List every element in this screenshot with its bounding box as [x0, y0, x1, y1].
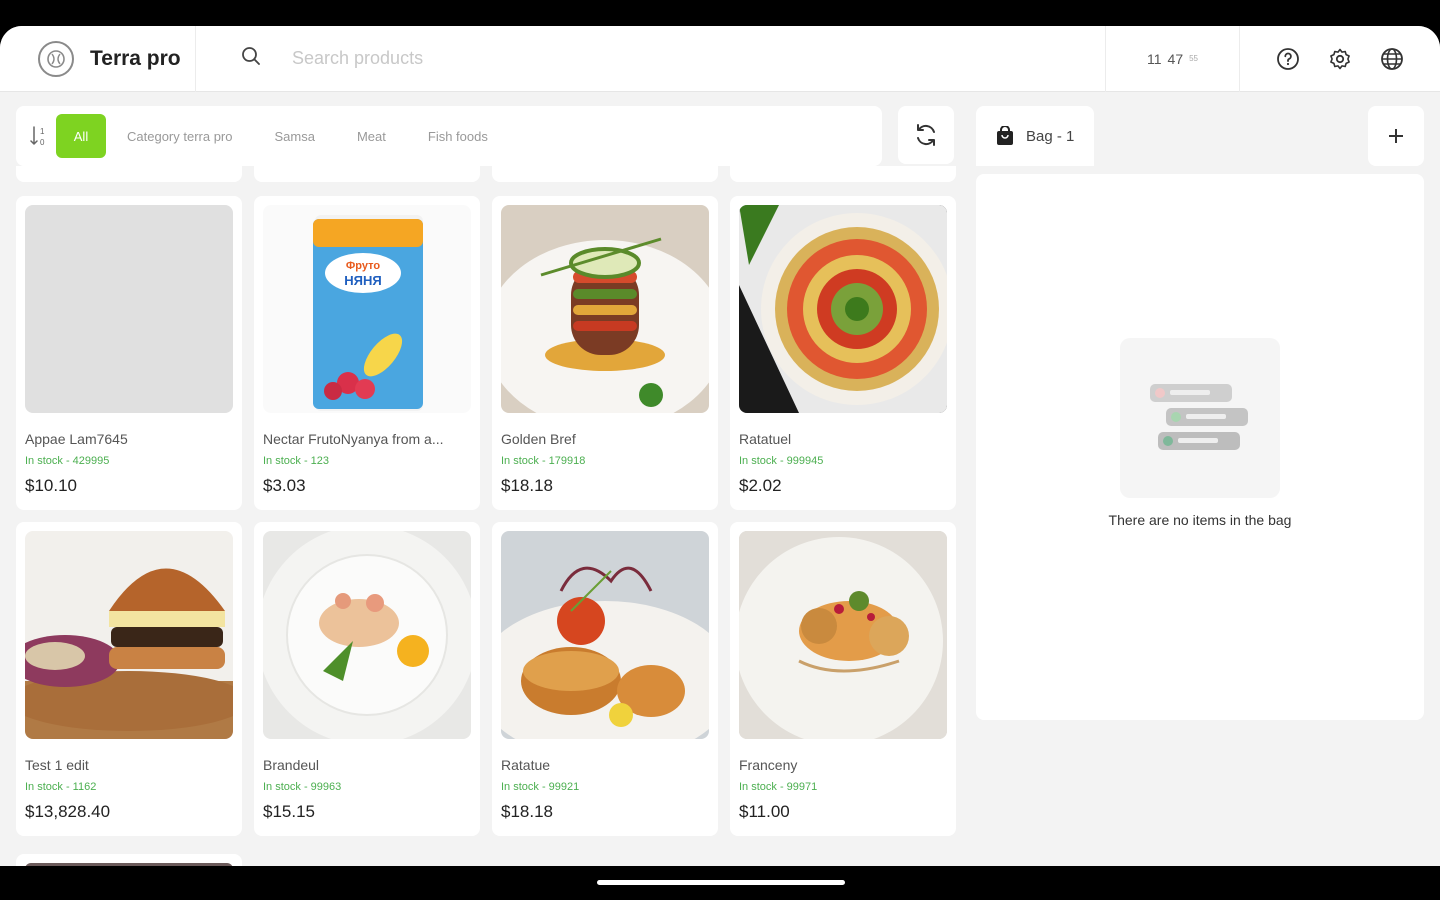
product-stock: In stock - 99963 [263, 781, 342, 793]
product-name: Ratatue [501, 757, 551, 773]
top-header: Terra pro 11 47 55 [0, 26, 1440, 92]
product-name: Golden Bref [501, 431, 576, 447]
product-card[interactable]: Brandeul In stock - 99963 $15.15 [254, 522, 480, 836]
category-terra-pro[interactable]: Category terra pro [106, 114, 254, 158]
product-card[interactable]: Ratatue In stock - 99921 $18.18 [492, 522, 718, 836]
product-image [263, 531, 471, 739]
product-stock: In stock - 99921 [501, 781, 580, 793]
product-name: Test 1 edit [25, 757, 89, 773]
product-image: Фруто НЯНЯ [263, 205, 471, 413]
product-image [739, 205, 947, 413]
brand-name: Terra pro [90, 46, 181, 70]
category-meat[interactable]: Meat [336, 114, 407, 158]
product-card[interactable]: Фруто НЯНЯ Nectar FrutoNyanya from a... … [254, 196, 480, 510]
product-image-placeholder [25, 205, 233, 413]
refresh-icon [917, 124, 935, 146]
category-samsa[interactable]: Samsa [254, 114, 336, 158]
search-bar [196, 26, 1106, 92]
product-name: Franceny [739, 757, 798, 773]
product-stock: In stock - 429995 [25, 455, 110, 467]
header-actions [1240, 46, 1440, 72]
product-card[interactable]: Appae Lam7645 In stock - 429995 $10.10 [16, 196, 242, 510]
product-name: Ratatuel [739, 431, 792, 447]
product-name: Nectar FrutoNyanya from a... [263, 431, 444, 447]
product-image [25, 863, 233, 866]
category-all[interactable]: All [56, 114, 106, 158]
category-bar: 10 All Category terra pro Samsa Meat Fis… [16, 106, 882, 166]
plus-icon [1389, 129, 1403, 143]
globe-icon[interactable] [1379, 46, 1405, 72]
clock: 11 47 55 [1106, 26, 1240, 92]
brand: Terra pro [0, 26, 196, 92]
product-card[interactable]: Test 1 edit In stock - 1162 $13,828.40 [16, 522, 242, 836]
product-name: Appae Lam7645 [25, 431, 128, 447]
product-stock: In stock - 123 [263, 455, 330, 467]
product-stock: In stock - 1162 [25, 781, 97, 793]
search-input[interactable] [292, 48, 1052, 69]
empty-bag-illustration [1120, 338, 1280, 498]
product-card[interactable]: Ratatuel In stock - 999945 $2.02 [730, 196, 956, 510]
clock-minutes: 47 [1167, 50, 1184, 67]
bag-tab-label: Bag - 1 [1026, 127, 1075, 145]
product-price: $11.00 [739, 802, 790, 821]
svg-text:0: 0 [40, 138, 45, 147]
card-edge [254, 166, 480, 182]
help-icon[interactable] [1275, 46, 1301, 72]
bag-icon [997, 126, 1013, 145]
product-price: $18.18 [501, 802, 553, 821]
product-image [739, 531, 947, 739]
product-image [501, 205, 709, 413]
add-bag-button[interactable] [1368, 106, 1424, 166]
product-card[interactable]: Franceny In stock - 99971 $11.00 [730, 522, 956, 836]
previous-row-edge [16, 166, 956, 182]
product-name: Brandeul [263, 757, 320, 773]
product-price: $3.03 [263, 476, 306, 495]
empty-bag-message: There are no items in the bag [1108, 512, 1292, 528]
svg-text:1: 1 [40, 127, 45, 136]
logo-icon [38, 40, 74, 77]
product-grid: Appae Lam7645 In stock - 429995 $10.10 Ф… [16, 166, 956, 866]
search-icon[interactable] [240, 45, 262, 72]
clock-hours: 11 [1146, 50, 1162, 67]
bag-panel: There are no items in the bag [976, 174, 1424, 720]
product-stock: In stock - 179918 [501, 455, 586, 467]
sort-icon[interactable]: 10 [26, 121, 52, 151]
product-image [25, 531, 233, 739]
product-image [501, 531, 709, 739]
product-card-partial[interactable] [16, 854, 242, 866]
product-stock: In stock - 99971 [739, 781, 818, 793]
refresh-button[interactable] [898, 106, 954, 164]
product-price: $2.02 [739, 476, 782, 495]
product-stock: In stock - 999945 [739, 455, 824, 467]
app-screen: Terra pro 11 47 55 10 [0, 26, 1440, 866]
settings-icon[interactable] [1327, 46, 1353, 72]
product-price: $18.18 [501, 476, 553, 495]
card-edge [492, 166, 718, 182]
svg-text:Фруто: Фруто [346, 260, 380, 272]
product-price: $15.15 [263, 802, 315, 821]
product-price: $10.10 [25, 476, 77, 495]
card-edge [730, 166, 956, 182]
home-indicator[interactable] [597, 880, 845, 885]
card-edge [16, 166, 242, 182]
product-price: $13,828.40 [25, 802, 111, 821]
svg-text:НЯНЯ: НЯНЯ [344, 273, 381, 288]
bag-tab[interactable]: Bag - 1 [976, 106, 1094, 166]
clock-seconds: 55 [1189, 54, 1199, 63]
category-fish-foods[interactable]: Fish foods [407, 114, 509, 158]
product-card[interactable]: Golden Bref In stock - 179918 $18.18 [492, 196, 718, 510]
